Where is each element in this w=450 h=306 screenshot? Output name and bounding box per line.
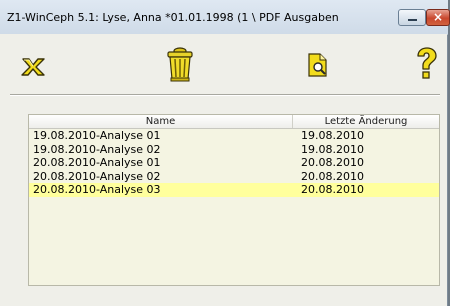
list-item-date: 19.08.2010: [301, 129, 364, 142]
file-list[interactable]: Name Letzte Änderung 19.08.2010-Analyse …: [28, 114, 440, 286]
title-bar[interactable]: Z1-WinCeph 5.1: Lyse, Anna *01.01.1998 (…: [0, 0, 450, 35]
list-item[interactable]: 20.08.2010-Analyse 01 20.08.2010: [29, 156, 439, 170]
app-window: Z1-WinCeph 5.1: Lyse, Anna *01.01.1998 (…: [0, 0, 450, 306]
list-header: Name Letzte Änderung: [29, 115, 439, 129]
cancel-button[interactable]: [20, 56, 46, 82]
minimize-icon: [408, 19, 417, 21]
preview-button[interactable]: [307, 52, 329, 82]
list-item-name: 20.08.2010-Analyse 03: [33, 183, 161, 196]
close-icon: ×: [432, 10, 444, 24]
yellow-x-icon: [21, 58, 45, 76]
main-panel: Name Letzte Änderung 19.08.2010-Analyse …: [0, 34, 447, 306]
list-item-name: 20.08.2010-Analyse 01: [33, 156, 161, 169]
column-header-name[interactable]: Name: [29, 115, 293, 128]
window-title: Z1-WinCeph 5.1: Lyse, Anna *01.01.1998 (…: [7, 11, 339, 24]
column-header-date[interactable]: Letzte Änderung: [293, 115, 439, 128]
list-item[interactable]: 19.08.2010-Analyse 01 19.08.2010: [29, 129, 439, 143]
list-item-date: 19.08.2010: [301, 142, 364, 156]
minimize-button[interactable]: [398, 9, 426, 26]
list-item-name: 19.08.2010-Analyse 01: [33, 129, 161, 142]
question-mark-icon: [417, 47, 437, 79]
toolbar-separator: [10, 94, 440, 96]
toolbar: [0, 34, 447, 94]
list-item-date: 20.08.2010: [301, 169, 364, 183]
trash-can-icon: [167, 47, 193, 82]
list-item[interactable]: 19.08.2010-Analyse 02 19.08.2010: [29, 143, 439, 157]
list-item[interactable]: 20.08.2010-Analyse 03 20.08.2010: [29, 183, 439, 197]
list-rows: 19.08.2010-Analyse 01 19.08.2010 19.08.201…: [29, 129, 439, 197]
list-item-date: 20.08.2010: [301, 183, 364, 196]
list-item[interactable]: 20.08.2010-Analyse 02 20.08.2010: [29, 170, 439, 184]
list-item-name: 20.08.2010-Analyse 02: [33, 169, 161, 183]
delete-button[interactable]: [165, 46, 195, 86]
list-item-date: 20.08.2010: [301, 156, 364, 169]
close-button[interactable]: ×: [426, 9, 450, 26]
list-item-name: 19.08.2010-Analyse 02: [33, 142, 161, 156]
document-magnifier-icon: [308, 53, 327, 77]
help-button[interactable]: [414, 47, 438, 85]
